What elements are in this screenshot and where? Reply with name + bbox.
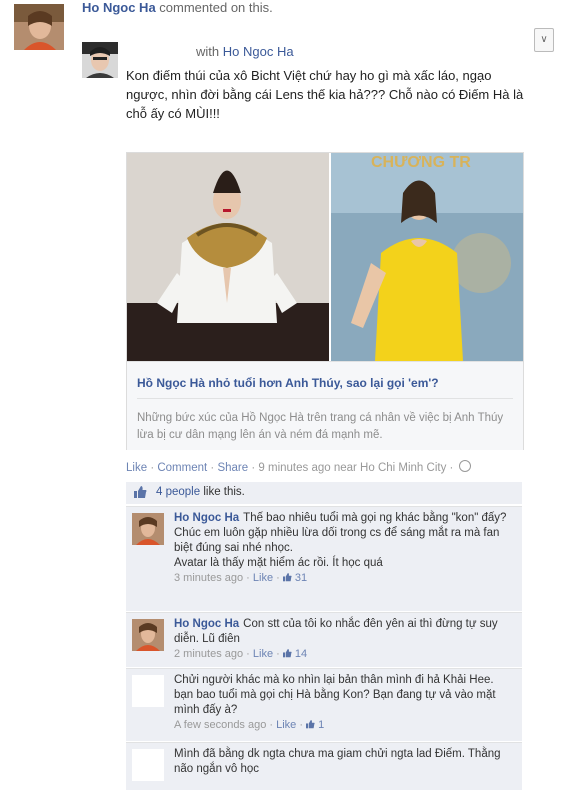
thumbs-up-icon	[282, 573, 292, 582]
comment-meta: 2 minutes ago · Like · 14	[174, 648, 308, 660]
notice-action: commented on this.	[159, 0, 273, 15]
comment-link[interactable]: Comment	[157, 462, 207, 474]
comment-meta: 3 minutes ago · Like · 31	[174, 572, 308, 584]
like-count-number: 14	[294, 648, 308, 660]
post-text: Kon điếm thúi của xô Bicht Việt chứ hay …	[126, 68, 524, 121]
like-link[interactable]: Like	[126, 462, 147, 474]
comment-like-link[interactable]: Like	[276, 719, 296, 731]
likes-text: 4 people like this.	[156, 486, 245, 498]
commenter-avatar[interactable]	[132, 619, 164, 651]
comment-like-link[interactable]: Like	[253, 572, 273, 584]
comment-like-count[interactable]: 14	[282, 648, 308, 660]
thumbs-up-icon	[282, 649, 292, 658]
comment-like-count[interactable]: 31	[282, 572, 308, 584]
comment-like-count[interactable]: 1	[306, 719, 324, 731]
poster-avatar[interactable]	[82, 42, 118, 78]
commenter-avatar-hidden[interactable]	[132, 675, 164, 707]
card-title-link[interactable]: Hồ Ngọc Hà nhỏ tuổi hơn Anh Thúy, sao lạ…	[137, 376, 439, 390]
card-image-right[interactable]: CHƯƠNG TR	[331, 153, 523, 361]
commenter-avatar-hidden[interactable]	[132, 749, 164, 781]
post-action-bar: Like · Comment · Share · 9 minutes ago n…	[126, 460, 471, 474]
comment-item: Ho Ngoc Ha Thế bao nhiêu tuổi mà gọi ng k…	[126, 506, 522, 611]
post-timestamp[interactable]: 9 minutes ago near Ho Chi Minh City	[258, 462, 446, 474]
comment-item: Ho Ngoc Ha Con stt của tôi ko nhắc đên yê…	[126, 612, 522, 667]
comment-timestamp[interactable]: 2 minutes ago	[174, 648, 243, 660]
comment-text: Thế bao nhiêu tuổi mà gọi ng khác bằng "…	[243, 512, 507, 524]
notice-text: Ho Ngoc Ha commented on this.	[82, 0, 273, 15]
commenter-name-link[interactable]: Ho Ngoc Ha	[174, 512, 239, 524]
separator: ·	[210, 462, 215, 474]
likes-row: 4 people like this.	[126, 482, 522, 504]
comment-timestamp[interactable]: A few seconds ago	[174, 719, 266, 731]
card-description: Những bức xúc của Hồ Ngọc Hà trên trang …	[137, 412, 504, 441]
commenter-avatar[interactable]	[132, 513, 164, 545]
separator: ·	[449, 462, 454, 474]
chevron-down-icon: ∨	[540, 34, 548, 45]
card-caption: Hồ Ngọc Hà nhỏ tuổi hơn Anh Thúy, sao lạ…	[127, 361, 523, 450]
comment-body: Ho Ngoc Ha Thế bao nhiêu tuổi mà gọi ng k…	[174, 511, 514, 586]
comment-timestamp[interactable]: 3 minutes ago	[174, 572, 243, 584]
ho-ngoc-ha-avatar[interactable]	[14, 4, 64, 50]
tagged-user-link[interactable]: Ho Ngoc Ha	[223, 44, 294, 59]
comment-text: Avatar là thấy mặt hiểm ác rồi. Ít học q…	[174, 557, 383, 569]
comment-text: Mình đã bằng dk ngta chưa ma giam chửi n…	[174, 748, 501, 775]
thumbs-up-icon	[306, 720, 315, 729]
likes-suffix: like this.	[203, 486, 245, 498]
separator: ·	[251, 462, 256, 474]
comment-item: Mình đã bằng dk ngta chưa ma giam chửi n…	[126, 742, 522, 790]
likers-link[interactable]: 4 people	[156, 486, 200, 498]
card-divider	[137, 398, 513, 399]
post-options-dropdown[interactable]: ∨	[534, 28, 554, 52]
with-prefix: with	[196, 44, 220, 59]
separator: ·	[150, 462, 155, 474]
comment-item: Chửi người khác mà ko nhìn lại bản thân …	[126, 668, 522, 741]
comment-body: Ho Ngoc Ha Con stt của tôi ko nhắc đên yê…	[174, 617, 514, 662]
commenter-name-link[interactable]: Ho Ngoc Ha	[174, 618, 239, 630]
thumbs-up-icon	[134, 486, 147, 499]
card-image-left[interactable]	[127, 153, 329, 361]
comment-text: Chửi người khác mà ko nhìn lại bản thân …	[174, 674, 496, 716]
background-sign-text: CHƯƠNG TR	[371, 154, 471, 171]
like-count-number: 1	[318, 719, 325, 731]
like-count-number: 31	[294, 572, 308, 584]
notice-actor-link[interactable]: Ho Ngoc Ha	[82, 0, 156, 15]
comment-text: Chúc em luôn gặp nhiều lừa dối trong cs …	[174, 527, 500, 554]
comment-like-link[interactable]: Like	[253, 648, 273, 660]
comment-body: Chửi người khác mà ko nhìn lại bản thân …	[174, 673, 514, 733]
shared-link-card[interactable]: CHƯƠNG TR Hồ Ngọc Hà nhỏ tuổi hơn Anh Th…	[126, 152, 524, 450]
share-link[interactable]: Share	[217, 462, 248, 474]
comment-meta: A few seconds ago · Like · 1	[174, 719, 325, 731]
post-with-tag: with Ho Ngoc Ha	[196, 44, 294, 59]
globe-icon[interactable]	[458, 460, 471, 472]
comment-body: Mình đã bằng dk ngta chưa ma giam chửi n…	[174, 747, 514, 777]
